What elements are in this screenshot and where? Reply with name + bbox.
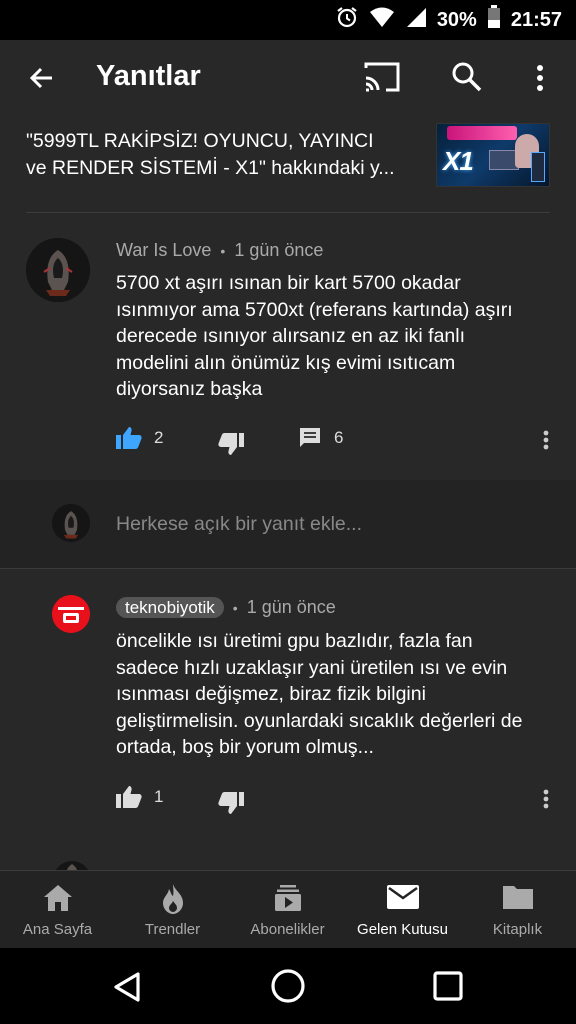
next-reply-avatar-peek bbox=[52, 858, 92, 870]
nav-home[interactable]: Ana Sayfa bbox=[0, 871, 115, 949]
back-button[interactable] bbox=[22, 58, 62, 98]
wifi-icon bbox=[369, 6, 395, 34]
reply-input-bar[interactable]: Herkese açık bir yanıt ekle... bbox=[0, 480, 576, 568]
replies-button[interactable]: 6 bbox=[298, 426, 343, 450]
circle-home-icon bbox=[271, 969, 305, 1003]
divider bbox=[26, 212, 550, 213]
signal-icon bbox=[405, 6, 427, 34]
comment-meta: teknobiyotik • 1 gün önce bbox=[116, 597, 336, 618]
mail-icon bbox=[386, 885, 419, 909]
hooded-figure-icon bbox=[52, 504, 90, 542]
more-options-button[interactable] bbox=[526, 60, 554, 100]
video-title: "5999TL RAKİPSİZ! OYUNCU, YAYINCI ve REN… bbox=[26, 128, 430, 182]
comment-more-button[interactable] bbox=[540, 787, 552, 811]
tv-logo-icon bbox=[52, 595, 90, 633]
reply-input-placeholder[interactable]: Herkese açık bir yanıt ekle... bbox=[116, 513, 362, 536]
nav-label: Abonelikler bbox=[250, 921, 325, 938]
user-avatar bbox=[52, 504, 90, 542]
subscriptions-icon bbox=[274, 885, 301, 911]
dislike-button[interactable] bbox=[218, 432, 244, 456]
like-button[interactable]: 1 bbox=[116, 785, 163, 809]
comment-more-button[interactable] bbox=[540, 428, 552, 452]
video-title-line2: ve RENDER SİSTEMİ - X1" hakkındaki y... bbox=[26, 157, 395, 179]
thumbs-down-icon bbox=[218, 792, 244, 814]
system-home-button[interactable] bbox=[270, 968, 306, 1009]
app-bar: Yanıtlar bbox=[0, 40, 576, 116]
comment-time: 1 gün önce bbox=[234, 240, 324, 260]
more-vert-icon bbox=[543, 430, 549, 450]
home-icon bbox=[43, 885, 72, 911]
meta-separator: • bbox=[220, 243, 226, 259]
system-recents-button[interactable] bbox=[432, 970, 464, 1007]
cast-button[interactable] bbox=[360, 58, 404, 98]
nav-inbox[interactable]: Gelen Kutusu bbox=[345, 871, 460, 949]
thumbnail-banner bbox=[447, 126, 517, 140]
comment-author[interactable]: teknobiyotik bbox=[116, 597, 224, 618]
comment-text: 5700 xt aşırı ısınan bir kart 5700 okada… bbox=[116, 272, 513, 400]
comment-icon bbox=[300, 428, 320, 447]
arrow-back-icon bbox=[29, 67, 52, 89]
more-vert-icon bbox=[537, 65, 543, 91]
hooded-figure-icon bbox=[26, 238, 90, 302]
search-button[interactable] bbox=[446, 56, 486, 96]
nav-library[interactable]: Kitaplık bbox=[460, 871, 575, 949]
video-title-line1: "5999TL RAKİPSİZ! OYUNCU, YAYINCI bbox=[26, 130, 374, 152]
like-count: 1 bbox=[154, 787, 164, 806]
reply-comment: teknobiyotik • 1 gün önce öncelikle ısı … bbox=[0, 569, 576, 859]
bottom-navigation: Ana Sayfa Trendler Abonelikler Gelen Kut… bbox=[0, 870, 576, 948]
triangle-back-icon bbox=[114, 972, 140, 1002]
avatar[interactable] bbox=[26, 238, 90, 302]
clock: 21:57 bbox=[510, 8, 562, 31]
alarm-icon bbox=[335, 5, 359, 35]
search-icon bbox=[452, 62, 482, 92]
thumbnail-pc bbox=[531, 152, 545, 182]
thumbs-up-icon bbox=[116, 427, 142, 449]
thumbs-up-icon bbox=[116, 786, 142, 808]
comment-meta: War Is Love • 1 gün önce bbox=[116, 240, 323, 261]
comment-time: 1 gün önce bbox=[246, 597, 336, 617]
battery-percent: 30% bbox=[436, 8, 477, 31]
dislike-button[interactable] bbox=[218, 791, 244, 815]
nav-label: Kitaplık bbox=[492, 921, 543, 938]
square-recents-icon bbox=[433, 971, 463, 1001]
comment-author[interactable]: War Is Love bbox=[116, 240, 211, 260]
folder-icon bbox=[502, 886, 533, 909]
status-bar: 30% 21:57 bbox=[0, 0, 576, 40]
nav-label: Gelen Kutusu bbox=[357, 921, 448, 938]
flame-icon bbox=[162, 884, 183, 914]
page-title: Yanıtlar bbox=[96, 60, 201, 92]
like-button[interactable]: 2 bbox=[116, 426, 163, 450]
battery-icon bbox=[487, 5, 501, 35]
reply-count: 6 bbox=[334, 428, 344, 447]
main-comment: War Is Love • 1 gün önce 5700 xt aşırı ı… bbox=[0, 214, 576, 480]
video-thumbnail[interactable]: X1 bbox=[436, 123, 550, 187]
nav-label: Trendler bbox=[144, 921, 201, 938]
nav-trending[interactable]: Trendler bbox=[115, 871, 230, 949]
video-reference[interactable]: "5999TL RAKİPSİZ! OYUNCU, YAYINCI ve REN… bbox=[0, 116, 576, 214]
more-vert-icon bbox=[543, 789, 549, 809]
nav-label: Ana Sayfa bbox=[22, 921, 93, 938]
system-back-button[interactable] bbox=[110, 970, 144, 1009]
thumbnail-text: X1 bbox=[443, 146, 474, 176]
cast-icon bbox=[364, 62, 400, 92]
nav-subscriptions[interactable]: Abonelikler bbox=[230, 871, 345, 949]
comment-text: öncelikle ısı üretimi gpu bazlıdır, fazl… bbox=[116, 630, 523, 758]
system-navigation-bar bbox=[0, 948, 576, 1024]
meta-separator: • bbox=[232, 600, 238, 616]
thumbs-down-icon bbox=[218, 433, 244, 455]
like-count: 2 bbox=[154, 428, 164, 447]
avatar[interactable] bbox=[52, 595, 90, 633]
